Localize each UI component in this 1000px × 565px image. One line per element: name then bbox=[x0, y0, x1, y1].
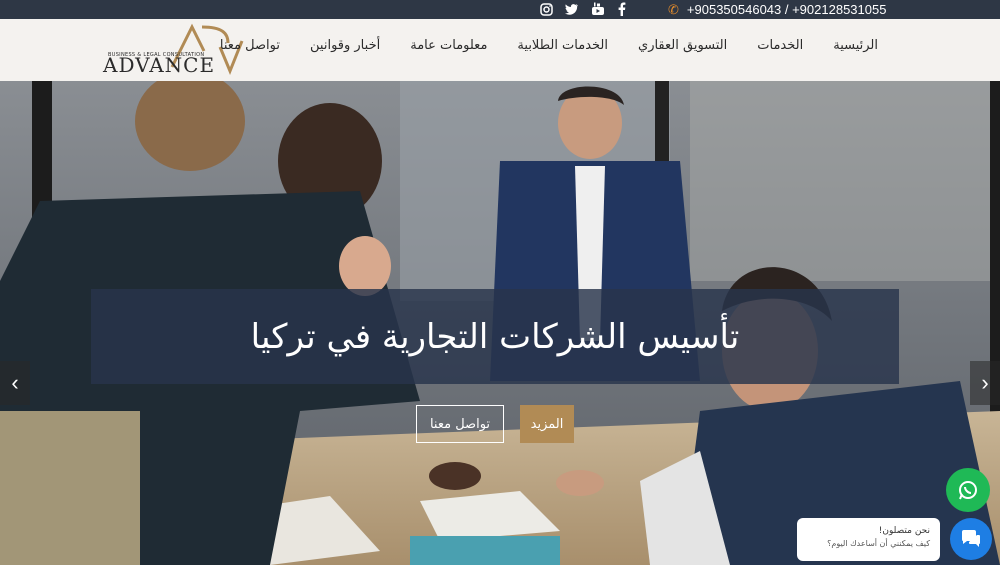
hero-slider: تأسيس الشركات التجارية في تركيا المزيد ت… bbox=[0, 81, 1000, 565]
phone-contact: ✆ +905350546043 / +902128531055 bbox=[668, 0, 886, 19]
main-nav: الرئيسية الخدمات التسويق العقاري الخدمات… bbox=[220, 38, 878, 53]
chevron-right-icon: › bbox=[981, 370, 989, 395]
site-header: BUSINESS & LEGAL CONSULTATION ADVANCE ال… bbox=[0, 19, 1000, 81]
logo-name: ADVANCE bbox=[103, 53, 216, 77]
youtube-icon[interactable] bbox=[590, 1, 606, 17]
facebook-icon[interactable] bbox=[613, 1, 629, 17]
chat-icon bbox=[962, 530, 980, 547]
chat-greeting-title: نحن متصلون! bbox=[878, 526, 930, 536]
slider-prev-button[interactable]: ‹ bbox=[0, 361, 30, 405]
nav-home[interactable]: الرئيسية bbox=[833, 38, 878, 53]
chevron-left-icon: ‹ bbox=[11, 370, 19, 395]
phone-numbers: +905350546043 / +902128531055 bbox=[686, 2, 887, 17]
nav-news-laws[interactable]: أخبار وقوانين bbox=[310, 38, 380, 53]
chat-greeting-text: كيف يمكنني أن أساعدك اليوم؟ bbox=[827, 539, 930, 548]
top-bar: ✆ +905350546043 / +902128531055 bbox=[0, 0, 1000, 19]
nav-services[interactable]: الخدمات bbox=[757, 38, 803, 53]
hero-title: تأسيس الشركات التجارية في تركيا bbox=[250, 316, 740, 357]
twitter-icon[interactable] bbox=[564, 1, 580, 17]
nav-student-services[interactable]: الخدمات الطلابية bbox=[517, 38, 608, 53]
nav-real-estate[interactable]: التسويق العقاري bbox=[638, 38, 727, 53]
hero-caption: تأسيس الشركات التجارية في تركيا bbox=[91, 289, 899, 384]
phone-icon: ✆ bbox=[668, 1, 679, 17]
contact-us-button[interactable]: تواصل معنا bbox=[416, 405, 504, 443]
nav-contact[interactable]: تواصل معنا bbox=[220, 38, 280, 53]
slider-next-button[interactable]: › bbox=[970, 361, 1000, 405]
whatsapp-button[interactable] bbox=[946, 468, 990, 512]
instagram-icon[interactable] bbox=[538, 1, 554, 17]
nav-general-info[interactable]: معلومات عامة bbox=[410, 38, 487, 53]
chat-greeting[interactable]: نحن متصلون! كيف يمكنني أن أساعدك اليوم؟ bbox=[797, 518, 940, 561]
chat-button[interactable] bbox=[950, 518, 992, 560]
more-button[interactable]: المزيد bbox=[520, 405, 574, 443]
whatsapp-icon bbox=[959, 481, 977, 500]
